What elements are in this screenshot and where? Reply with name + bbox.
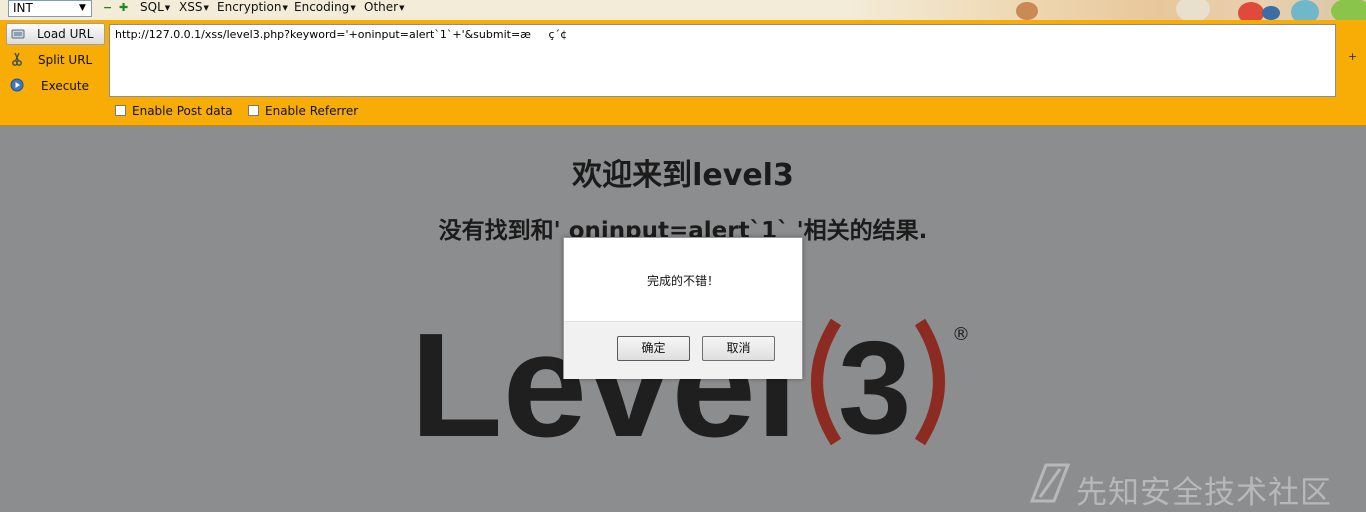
enable-post-data-label: Enable Post data (132, 104, 233, 118)
caret-down-icon: ▼ (203, 4, 209, 12)
logo-right-paren (914, 318, 945, 446)
hackbar-menubar: INT ▼ − ✚ SQL▼ XSS▼ Encryption▼ Encoding… (0, 0, 1366, 20)
logo-left-paren (811, 318, 842, 446)
page-title: 欢迎来到level3 (572, 158, 794, 193)
chevron-down-icon: ▼ (79, 3, 86, 13)
ok-button[interactable]: 确定 (617, 336, 690, 361)
menu-encryption-label: Encryption (217, 0, 282, 14)
enable-referrer-label: Enable Referrer (265, 104, 359, 118)
alert-footer: 确定 取消 (564, 321, 802, 379)
caret-down-icon: ▼ (282, 4, 288, 12)
menu-encoding-label: Encoding (294, 0, 350, 14)
logo-number: 3 (838, 316, 911, 446)
execute-button[interactable]: Execute (6, 75, 105, 97)
xianzhi-logo-icon (1030, 463, 1070, 503)
split-url-button[interactable]: Split URL (6, 49, 105, 71)
int-select[interactable]: INT ▼ (8, 0, 92, 17)
caret-down-icon: ▼ (350, 4, 356, 12)
execute-label: Execute (41, 79, 89, 93)
hackbar-toolbar: INT ▼ − ✚ SQL▼ XSS▼ Encryption▼ Encoding… (0, 0, 1366, 126)
menu-sql[interactable]: SQL▼ (140, 0, 170, 15)
theme-decoration (846, 0, 1366, 20)
expand-icon[interactable]: + (1348, 50, 1357, 63)
url-textarea[interactable]: http://127.0.0.1/xss/level3.php?keyword=… (109, 24, 1336, 97)
checkbox-box[interactable] (248, 105, 259, 116)
alert-message: 完成的不错！ (646, 274, 719, 288)
watermark-text: 先知安全技术社区 (1076, 475, 1332, 511)
menu-encoding[interactable]: Encoding▼ (294, 0, 356, 15)
play-icon (10, 78, 24, 92)
load-url-icon (11, 29, 25, 39)
split-url-label: Split URL (38, 53, 93, 67)
menu-other[interactable]: Other▼ (364, 0, 404, 15)
url-text: http://127.0.0.1/xss/level3.php?keyword=… (115, 28, 568, 41)
load-url-label: Load URL (37, 27, 94, 41)
alert-dialog: 完成的不错！ 确定 取消 (563, 237, 803, 379)
menu-encryption[interactable]: Encryption▼ (217, 0, 288, 15)
menu-xss[interactable]: XSS▼ (179, 0, 209, 15)
menu-xss-label: XSS (179, 0, 203, 14)
registered-mark: ® (952, 324, 970, 345)
int-select-value: INT (13, 1, 33, 15)
menu-other-label: Other (364, 0, 399, 14)
caret-down-icon: ▼ (399, 4, 405, 12)
caret-down-icon: ▼ (164, 4, 171, 12)
cancel-button[interactable]: 取消 (702, 336, 775, 361)
plus-icon[interactable]: ✚ (119, 2, 128, 13)
minus-icon[interactable]: − (103, 2, 112, 13)
checkbox-box[interactable] (115, 105, 126, 116)
scissors-icon (12, 52, 22, 66)
load-url-button[interactable]: Load URL (6, 23, 105, 45)
menu-sql-label: SQL (140, 0, 164, 14)
